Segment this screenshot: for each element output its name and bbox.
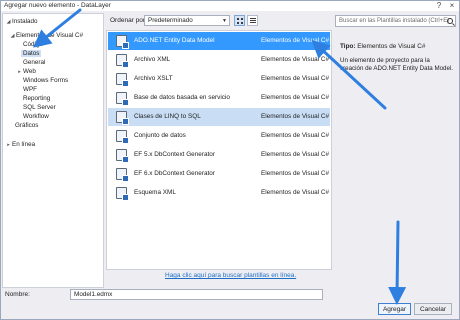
template-item-ef6[interactable]: EF 6.x DbContext Generator Elementos de … [108,165,330,183]
template-item-service-db[interactable]: Base de datos basada en servicio Element… [108,89,330,107]
cancel-button[interactable]: Cancelar [414,303,452,315]
type-row: Tipo: Elementos de Visual C# [340,43,425,50]
tree-item-web[interactable]: ▸ Web [16,67,36,76]
dataset-icon [116,130,129,144]
data-model-icon [116,35,129,49]
linq-classes-icon [116,111,129,125]
generator-icon [116,149,129,163]
close-icon[interactable]: × [446,1,458,11]
xml-file-icon [116,54,129,68]
list-view-icon [250,18,256,24]
tree-item-installed[interactable]: ◢ Instalado [5,17,38,26]
generator-icon [116,168,129,182]
tree-item-graficos[interactable]: Gráficos [15,121,38,130]
search-icon[interactable] [447,18,453,24]
sort-dropdown[interactable]: Predeterminado ▼ [144,15,230,26]
xslt-file-icon [116,73,129,87]
template-list: ADO.NET Entity Data Model Elementos de V… [106,30,332,270]
tree-item-sql-server[interactable]: SQL Server [23,103,56,112]
name-input[interactable]: Model1.edmx [70,289,323,300]
tree-item-visual-csharp[interactable]: ◢ Elementos de Visual C# [9,31,84,41]
grid-view-icon [237,18,243,24]
expand-triangle-icon[interactable]: ▸ [5,141,12,150]
category-tree: ◢ Instalado ◢ Elementos de Visual C# Códig… [2,13,104,288]
tree-item-windows-forms[interactable]: Windows Forms [23,76,68,85]
help-icon[interactable]: ? [433,1,445,11]
tree-item-datos[interactable]: Datos [21,49,42,58]
grid-view-button[interactable] [234,15,245,26]
template-item-xml[interactable]: Archivo XML Elementos de Visual C# [108,51,330,69]
type-value: Elementos de Visual C# [357,43,426,50]
tree-item-wpf[interactable]: WPF [23,85,37,94]
chevron-down-icon: ▼ [222,18,227,24]
tree-item-workflow[interactable]: Workflow [23,112,49,121]
name-label: Nombre: [5,291,30,298]
details-panel: Buscar en las Plantillas instalado (Ctrl… [335,13,457,288]
template-item-linq-to-sql[interactable]: Clases de LINQ to SQL Elementos de Visua… [108,108,330,126]
template-item-xml-schema[interactable]: Esquema XML Elementos de Visual C# [108,184,330,202]
online-templates-link[interactable]: Haga clic aquí para buscar plantillas en… [165,272,296,279]
list-toolbar: Ordenar por: Predeterminado ▼ [106,13,332,30]
tree-item-online[interactable]: ▸ En línea [5,140,35,149]
template-item-xslt[interactable]: Archivo XSLT Elementos de Visual C# [108,70,330,88]
list-view-button[interactable] [247,15,258,26]
template-item-dataset[interactable]: Conjunto de datos Elementos de Visual C# [108,127,330,145]
tree-item-codigo[interactable]: Código [23,40,43,49]
window-title: Agregar nuevo elemento - DataLayer [4,2,111,9]
expand-triangle-icon[interactable]: ▸ [16,68,23,77]
title-bar: Agregar nuevo elemento - DataLayer ? × [1,1,459,11]
xml-schema-icon [116,187,129,201]
search-input[interactable]: Buscar en las Plantillas instalado (Ctrl… [335,15,456,27]
database-icon [116,92,129,106]
collapse-triangle-icon[interactable]: ◢ [9,32,16,41]
template-description: Un elemento de proyecto para la creación… [340,57,454,72]
template-item-ado-net[interactable]: ADO.NET Entity Data Model Elementos de V… [108,32,330,50]
tree-item-general[interactable]: General [23,58,45,67]
type-label: Tipo: [340,43,356,50]
template-item-ef5[interactable]: EF 5.x DbContext Generator Elementos de … [108,146,330,164]
tree-item-reporting[interactable]: Reporting [23,94,50,103]
sort-label: Ordenar por: [110,17,147,24]
collapse-triangle-icon[interactable]: ◢ [5,18,12,27]
add-button[interactable]: Agregar [378,303,411,315]
